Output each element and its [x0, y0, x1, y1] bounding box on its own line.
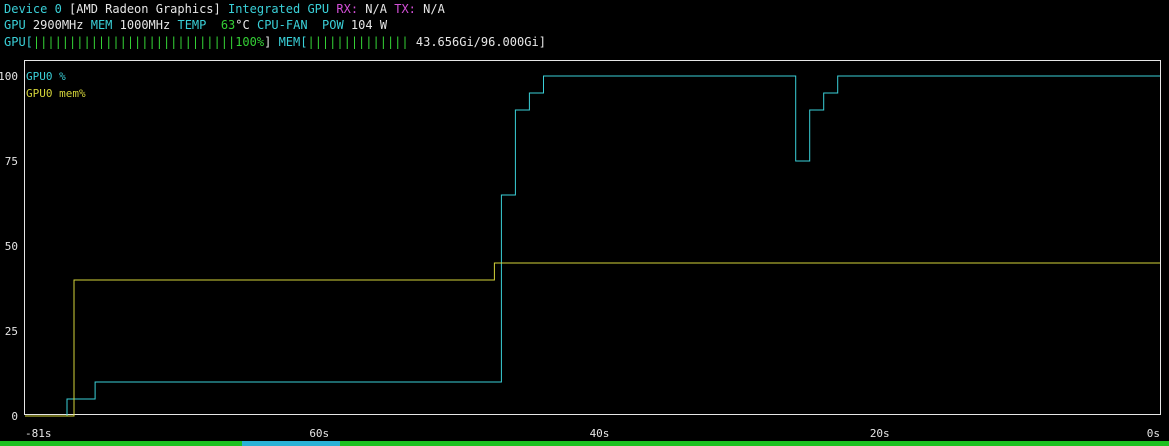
tx-label: TX:: [394, 2, 416, 16]
legend: GPU0 % GPU0 mem%: [26, 70, 86, 100]
series-lines: [25, 75, 1160, 417]
x-axis: -81s 60s 40s 20s 0s: [25, 427, 1160, 440]
x-tick-label: 60s: [309, 427, 329, 440]
x-tick-label: 20s: [870, 427, 890, 440]
mem-bar-label: MEM[: [278, 35, 308, 49]
gpu-usage-bar: ||||||||||||||||||||||||||||: [32, 35, 236, 49]
x-tick-label: -81s: [25, 427, 52, 440]
x-tick-label: 40s: [590, 427, 610, 440]
usage-bars-line: GPU[||||||||||||||||||||||||||||100%] ME…: [4, 34, 546, 50]
legend-entry: GPU0 mem%: [26, 87, 86, 100]
temp-unit: °C: [235, 18, 250, 32]
gpu-usage-value: 100%: [235, 35, 265, 49]
clocks-line: GPU 2900MHz MEM 1000MHz TEMP 63°C CPU-FA…: [4, 17, 387, 33]
power-value: 104 W: [350, 18, 388, 32]
gpu-clock-label: GPU: [4, 18, 26, 32]
mem-usage-value: 43.656Gi/96.000Gi: [408, 35, 539, 49]
gpu-clock-value: 2900MHz: [32, 18, 84, 32]
y-tick-label: 100: [0, 70, 18, 83]
y-tick-label: 0: [11, 410, 18, 423]
usage-history-chart: 100 75 50 25 0 -81s 60s 40s 20s 0s GPU0 % GPU0 me…: [0, 60, 1161, 440]
status-bar-segment: [242, 441, 340, 446]
device-name: [AMD Radeon Graphics]: [69, 2, 221, 16]
rx-value: N/A: [365, 2, 387, 16]
mem-clock-value: 1000MHz: [119, 18, 171, 32]
rx-label: RX:: [336, 2, 359, 16]
temp-label: TEMP: [177, 18, 207, 32]
plot-frame: [24, 60, 1161, 415]
gpu-bar-label: GPU[: [4, 35, 33, 49]
device-label: Device 0: [4, 2, 62, 16]
x-tick-label: 0s: [1147, 427, 1160, 440]
tx-value: N/A: [423, 2, 445, 16]
y-tick-label: 25: [5, 325, 18, 338]
fan-label: CPU-FAN: [256, 18, 308, 32]
gpu-usage-series-line: [25, 75, 1160, 417]
mem-bar-close: ]: [538, 35, 546, 49]
status-bar: [0, 441, 1169, 446]
device-info-line: Device 0 [AMD Radeon Graphics] Integrate…: [4, 1, 445, 17]
y-tick-label: 75: [5, 155, 18, 168]
gpu-mem-series-line: [25, 262, 1160, 417]
gpu-bar-close: ]: [264, 35, 272, 49]
mem-usage-bar: ||||||||||||||: [307, 35, 409, 49]
device-type: Integrated GPU: [227, 2, 330, 16]
y-axis: 100 75 50 25 0: [0, 70, 18, 423]
power-label: POW: [322, 18, 344, 32]
temp-value: 63: [220, 18, 236, 32]
y-tick-label: 50: [5, 240, 18, 253]
mem-clock-label: MEM: [90, 18, 113, 32]
legend-entry: GPU0 %: [26, 70, 66, 83]
